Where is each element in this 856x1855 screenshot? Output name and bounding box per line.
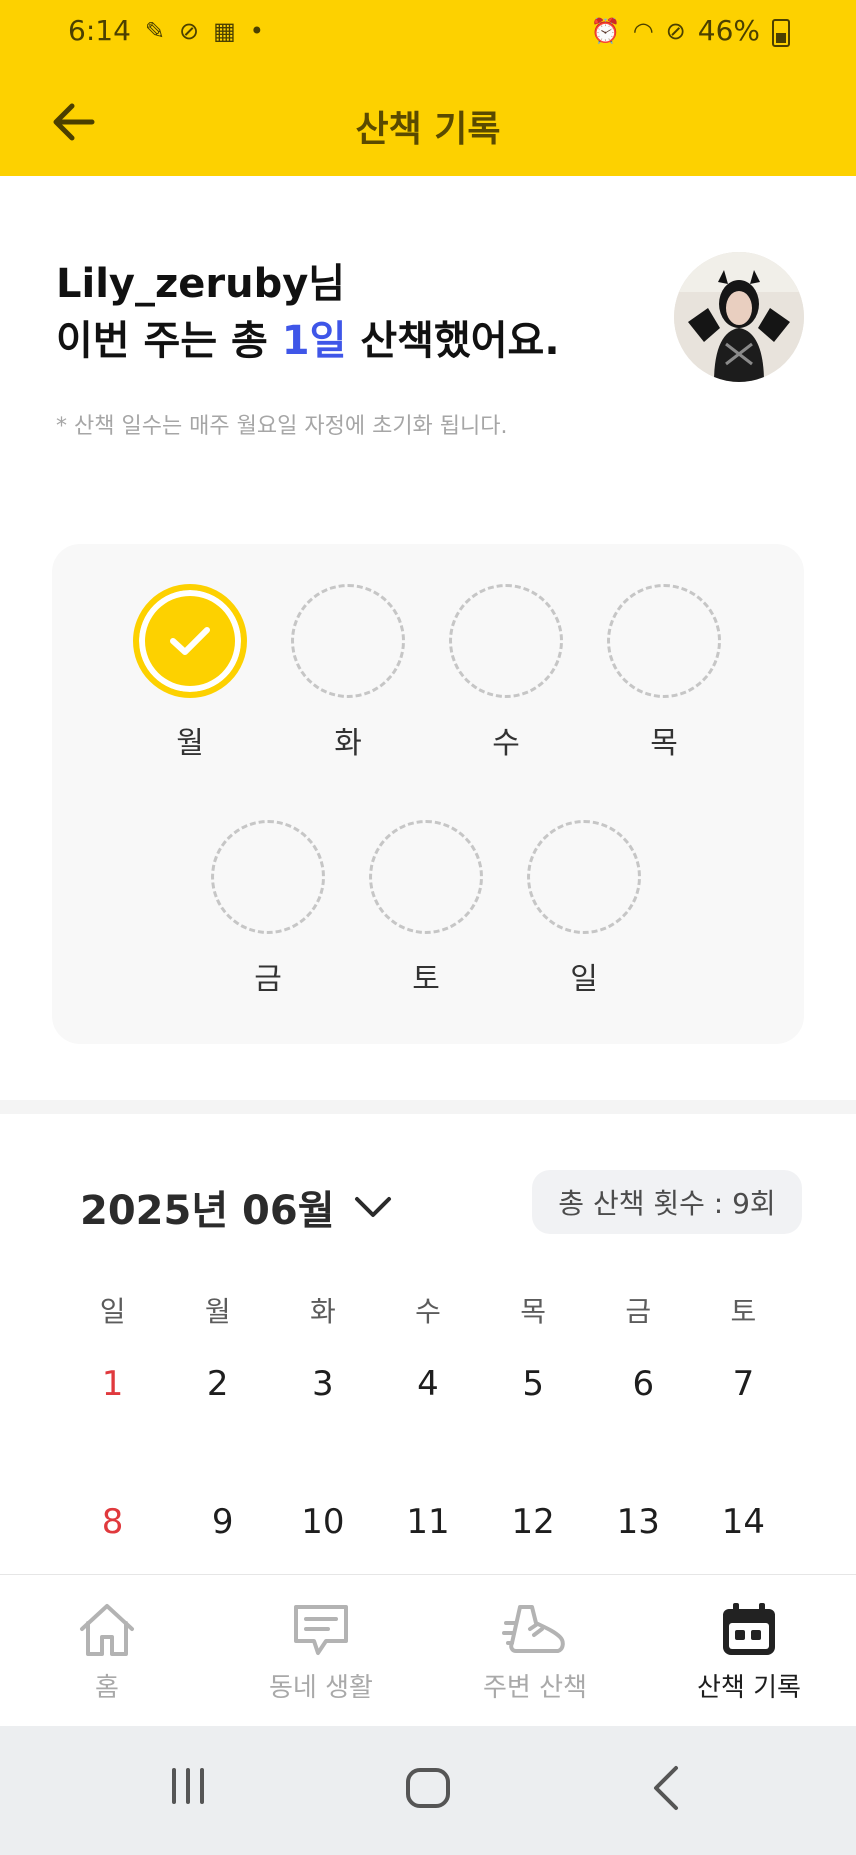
day-empty-circle (369, 820, 483, 934)
status-bar: 6:14 ✎ ⊘ ▦ • ⏰ ◠ ⊘ 46% (0, 0, 856, 68)
weekday-label: 목 (520, 1295, 547, 1328)
page-title: 산책 기록 (355, 109, 501, 150)
weekday-label: 금 (625, 1295, 652, 1328)
chat-icon (294, 1605, 348, 1655)
week-day-tue: 화 (288, 584, 408, 762)
status-right: ⏰ ◠ ⊘ 46% (591, 14, 790, 47)
week-day-sat: 토 (366, 820, 486, 998)
weekday-label: 화 (309, 1295, 336, 1328)
calendar-date[interactable]: 4 (375, 1364, 480, 1404)
day-empty-circle (449, 584, 563, 698)
calendar-date[interactable]: 12 (481, 1502, 586, 1542)
day-empty-circle (211, 820, 325, 934)
calendar-date[interactable]: 10 (270, 1502, 375, 1542)
day-label: 화 (334, 726, 362, 761)
day-empty-circle (291, 584, 405, 698)
weekday-label: 월 (204, 1295, 231, 1328)
calendar-week-row: 1 2 3 4 5 6 7 (60, 1364, 796, 1404)
calendar-date[interactable]: 5 (481, 1364, 586, 1404)
calendar-date[interactable]: 1 (60, 1364, 165, 1404)
nav-label: 산책 기록 (697, 1673, 801, 1703)
day-empty-circle (527, 820, 641, 934)
weekly-count-suffix: 산책했어요. (346, 318, 560, 364)
weekday-label: 토 (730, 1295, 757, 1328)
day-label: 월 (176, 726, 204, 761)
home-icon (80, 1604, 134, 1656)
bottom-nav: 홈 동네 생활 주변 산책 산책 기록 (0, 1574, 856, 1727)
pill-icon: ⊘ (179, 16, 200, 45)
user-name-line: Lily_zeruby님 (56, 261, 346, 307)
month-label: 2025년 06월 (80, 1188, 335, 1234)
week-day-fri: 금 (208, 820, 328, 998)
weekday-label: 수 (415, 1295, 441, 1328)
avatar[interactable] (674, 252, 804, 382)
day-label: 금 (254, 962, 282, 997)
day-label: 토 (412, 962, 440, 997)
week-day-thu: 목 (604, 584, 724, 762)
nav-label: 동네 생활 (269, 1673, 373, 1703)
day-empty-circle (607, 584, 721, 698)
calendar-icon (723, 1603, 775, 1655)
chevron-down-icon (354, 1197, 391, 1217)
calendar-date[interactable]: 8 (60, 1502, 165, 1542)
battery-icon (772, 18, 790, 47)
nav-nearby-walk[interactable]: 주변 산책 (428, 1601, 642, 1704)
calendar-week-row: 8 9 10 11 12 13 14 (60, 1502, 796, 1542)
recent-apps-icon[interactable] (166, 1764, 210, 1808)
notification-dot-icon: • (249, 16, 264, 45)
nav-home[interactable]: 홈 (0, 1601, 214, 1704)
weekly-summary: Lily_zeruby님 이번 주는 총 1일 산책했어요. (56, 256, 560, 370)
day-label: 수 (492, 726, 520, 761)
grid-icon: ▦ (213, 16, 236, 45)
week-day-wed: 수 (446, 584, 566, 762)
weekday-label: 일 (99, 1295, 126, 1328)
dnd-icon: ⊘ (665, 16, 686, 45)
day-check-circle (133, 584, 247, 698)
wifi-icon: ◠ (632, 16, 654, 45)
nav-label: 주변 산책 (483, 1673, 587, 1703)
calendar-date[interactable]: 6 (586, 1364, 691, 1404)
calendar-date[interactable]: 3 (270, 1364, 375, 1404)
calendar-weekday-header: 일 월 화 수 목 금 토 (60, 1290, 796, 1330)
calendar-date[interactable]: 14 (691, 1502, 796, 1542)
app-bar: 산책 기록 (0, 68, 856, 176)
alarm-icon: ⏰ (590, 16, 621, 45)
calendar-date[interactable]: 2 (165, 1364, 270, 1404)
weekly-count-value: 1일 (281, 318, 347, 364)
reset-notice: * 산책 일수는 매주 월요일 자정에 초기화 됩니다. (56, 414, 508, 439)
calendar-date[interactable]: 13 (586, 1502, 691, 1542)
section-divider (0, 1100, 856, 1114)
home-button-icon[interactable] (404, 1764, 452, 1812)
system-nav-bar (0, 1726, 856, 1855)
total-walks-badge: 총 산책 횟수 : 9회 (532, 1170, 802, 1234)
week-day-sun: 일 (524, 820, 644, 998)
calendar-date[interactable]: 9 (165, 1502, 270, 1542)
profile-photo (674, 252, 804, 382)
system-back-icon[interactable] (650, 1764, 682, 1812)
month-selector[interactable]: 2025년 06월 (80, 1178, 393, 1236)
weekly-count-prefix: 이번 주는 총 (56, 318, 282, 364)
nav-community[interactable]: 동네 생활 (214, 1601, 428, 1704)
status-left: 6:14 ✎ ⊘ ▦ • (68, 14, 264, 47)
nav-label: 홈 (95, 1673, 119, 1703)
check-icon (170, 627, 210, 655)
calendar-date[interactable]: 11 (375, 1502, 480, 1542)
pen-icon: ✎ (144, 16, 165, 45)
day-label: 일 (570, 962, 598, 997)
battery-percent: 46% (697, 14, 760, 47)
weekly-count-line: 이번 주는 총 1일 산책했어요. (56, 313, 560, 370)
day-label: 목 (650, 726, 678, 761)
status-time: 6:14 (68, 14, 131, 47)
calendar-date[interactable]: 7 (691, 1364, 796, 1404)
weekly-walk-card: 월 화 수 목 금 토 일 (52, 544, 804, 1044)
nav-walk-record[interactable]: 산책 기록 (642, 1601, 856, 1704)
week-day-mon: 월 (130, 584, 250, 762)
shoe-icon (502, 1605, 565, 1653)
